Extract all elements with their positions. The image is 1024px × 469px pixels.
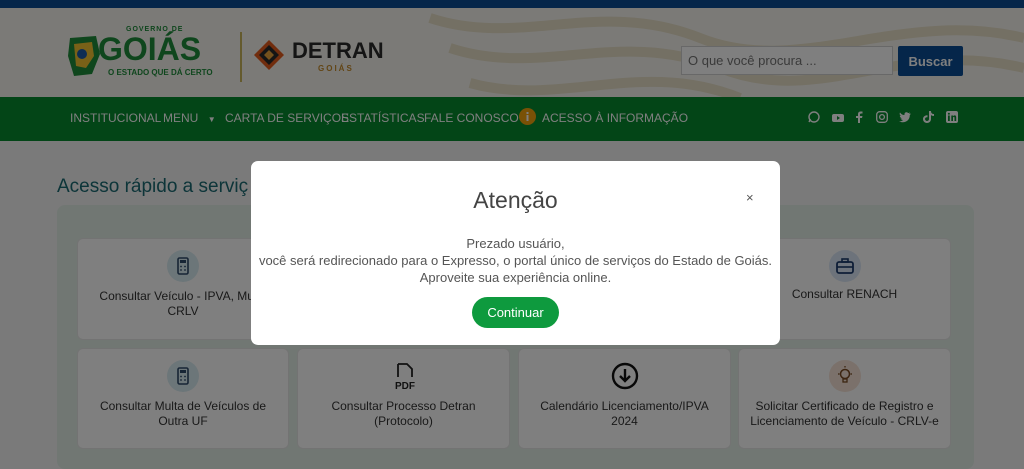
modal-line: Prezado usuário, (466, 236, 565, 251)
continue-button[interactable]: Continuar (472, 297, 559, 328)
close-icon[interactable]: × (746, 190, 754, 205)
attention-modal: Atenção × Prezado usuário, você será red… (251, 161, 780, 345)
modal-title: Atenção (473, 187, 558, 213)
modal-line: você será redirecionado para o Expresso,… (258, 253, 773, 268)
modal-message: Prezado usuário, você será redirecionado… (251, 235, 780, 286)
modal-line: Aproveite sua experiência online. (419, 270, 612, 285)
